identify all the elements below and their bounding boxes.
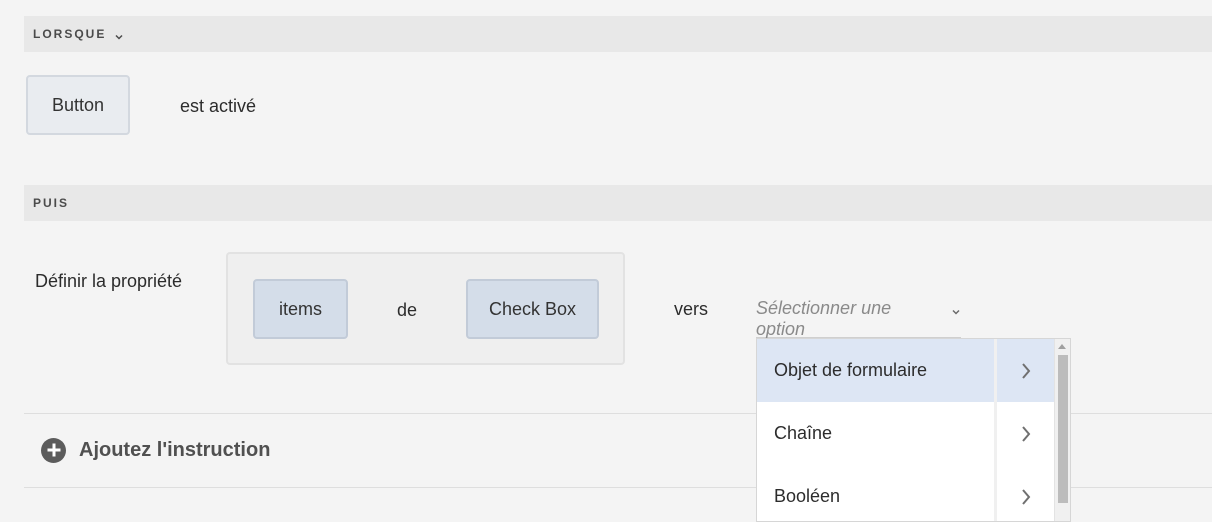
property-token-label: items [278, 298, 322, 319]
add-instruction-button[interactable]: Ajoutez l'instruction [41, 437, 270, 463]
add-circle-icon [41, 437, 66, 463]
trigger-component-token[interactable]: Button [26, 75, 130, 135]
object-token-label: Check Box [488, 298, 577, 319]
chevron-down-icon [951, 304, 961, 315]
value-select-placeholder: Sélectionner une option [756, 298, 892, 339]
connector-text: de [397, 300, 418, 320]
scroll-up-arrow-icon[interactable] [1058, 344, 1066, 349]
value-dropdown-menu: Objet de formulaire Chaîne Booléen [756, 338, 1071, 522]
object-token[interactable]: Check Box [466, 279, 599, 339]
dropdown-item-label: Chaîne [774, 423, 833, 443]
then-section-title: PUIS [33, 196, 70, 210]
trigger-component-label: Button [51, 94, 105, 115]
chevron-down-icon[interactable] [114, 29, 124, 40]
dropdown-item-string[interactable]: Chaîne [757, 402, 1055, 465]
add-instruction-label: Ajoutez l'instruction [79, 438, 271, 461]
chevron-right-icon[interactable] [997, 402, 1055, 465]
dropdown-item-form-object[interactable]: Objet de formulaire [757, 339, 1055, 402]
dropdown-scrollbar[interactable] [1054, 339, 1070, 521]
value-select[interactable]: Sélectionner une option [756, 296, 961, 339]
dropdown-item-boolean[interactable]: Booléen [757, 465, 1055, 521]
trigger-event-text: est activé [180, 96, 257, 116]
property-token[interactable]: items [253, 279, 348, 339]
to-label: vers [674, 299, 709, 319]
scrollbar-thumb[interactable] [1058, 355, 1068, 503]
chevron-right-icon[interactable] [997, 465, 1055, 521]
when-section-header[interactable]: LORSQUE [24, 16, 1212, 52]
dropdown-item-label: Booléen [774, 486, 841, 506]
dropdown-item-label: Objet de formulaire [774, 360, 928, 380]
set-property-label: Définir la propriété [35, 271, 183, 291]
when-section-title: LORSQUE [33, 27, 107, 41]
chevron-right-icon[interactable] [997, 339, 1055, 402]
then-section-header: PUIS [24, 185, 1212, 221]
